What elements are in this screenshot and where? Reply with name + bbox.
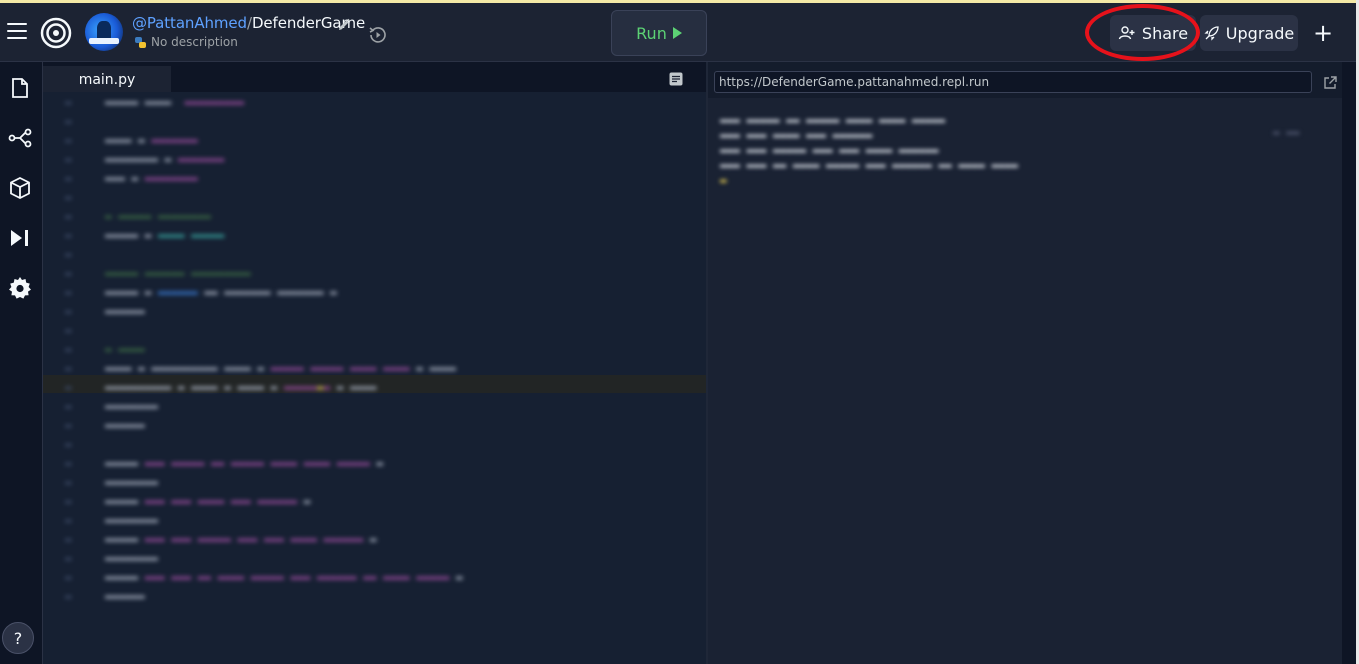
webview-url-bar[interactable]: https://DefenderGame.pattanahmed.repl.ru… xyxy=(714,71,1312,93)
repl-title[interactable]: @PattanAhmed/DefenderGame xyxy=(132,14,365,32)
upgrade-label: Upgrade xyxy=(1225,23,1295,43)
settings-gear-icon[interactable] xyxy=(8,276,32,300)
console-output-obscured[interactable]: ▬▬▬ ▬▬▬▬▬ ▬▬ ▬▬▬▬▬ ▬▬▬▬ ▬▬▬▬ ▬▬▬▬▬ ▬▬▬ ▬… xyxy=(708,98,1342,664)
files-icon[interactable] xyxy=(8,76,32,100)
blurred-code: ▬ ▬▬▬▬▬ ▬▬▬▬ ▬▬▬▬▬▬▬▬▬ ▬ ▬ ▬▬▬▬ ▬ ▬▬▬▬▬▬▬ … xyxy=(65,95,463,603)
version-control-icon[interactable] xyxy=(8,126,32,150)
editor-tab-bar: main.py xyxy=(43,62,706,94)
repl-avatar[interactable] xyxy=(85,13,123,51)
upgrade-button[interactable]: Upgrade xyxy=(1200,15,1298,51)
share-button[interactable]: Share xyxy=(1110,15,1196,51)
menu-icon[interactable] xyxy=(7,23,27,41)
add-user-icon xyxy=(1118,26,1135,40)
code-area-obscured[interactable]: ▬ ▬▬▬▬▬ ▬▬▬▬ ▬▬▬▬▬▬▬▬▬ ▬ ▬ ▬▬▬▬ ▬ ▬▬▬▬▬▬▬ … xyxy=(43,92,706,664)
right-scroll-rail xyxy=(1342,62,1356,664)
pencil-icon[interactable] xyxy=(336,17,352,33)
python-icon xyxy=(135,36,146,48)
run-button[interactable]: Run xyxy=(611,10,707,56)
help-button[interactable]: ? xyxy=(2,622,34,654)
open-in-new-tab-icon[interactable] xyxy=(1322,75,1338,91)
run-label: Run xyxy=(636,23,667,43)
tab-main-py[interactable]: main.py xyxy=(43,66,171,94)
top-header: @PattanAhmed/DefenderGame No description… xyxy=(0,3,1356,62)
description-text: No description xyxy=(151,35,238,49)
left-sidebar: ? xyxy=(0,62,43,664)
rocket-icon xyxy=(1204,26,1219,41)
debugger-icon[interactable] xyxy=(8,226,32,250)
repl-description[interactable]: No description xyxy=(134,35,238,49)
packages-icon[interactable] xyxy=(8,176,32,200)
webview-url: https://DefenderGame.pattanahmed.repl.ru… xyxy=(719,75,990,89)
new-repl-button[interactable]: + xyxy=(1308,17,1338,49)
share-label: Share xyxy=(1141,23,1189,43)
tab-menu-icon[interactable] xyxy=(669,72,683,86)
play-icon xyxy=(672,27,682,39)
replit-logo-icon[interactable] xyxy=(40,17,72,49)
history-icon[interactable] xyxy=(367,24,389,46)
code-editor-pane: main.py ▬ ▬▬▬▬▬ ▬▬▬▬ ▬▬▬▬▬▬▬▬▬ ▬ ▬ ▬▬▬▬ ▬ … xyxy=(43,62,706,664)
output-pane: https://DefenderGame.pattanahmed.repl.ru… xyxy=(708,62,1342,664)
repl-owner-link[interactable]: @PattanAhmed xyxy=(132,14,247,32)
